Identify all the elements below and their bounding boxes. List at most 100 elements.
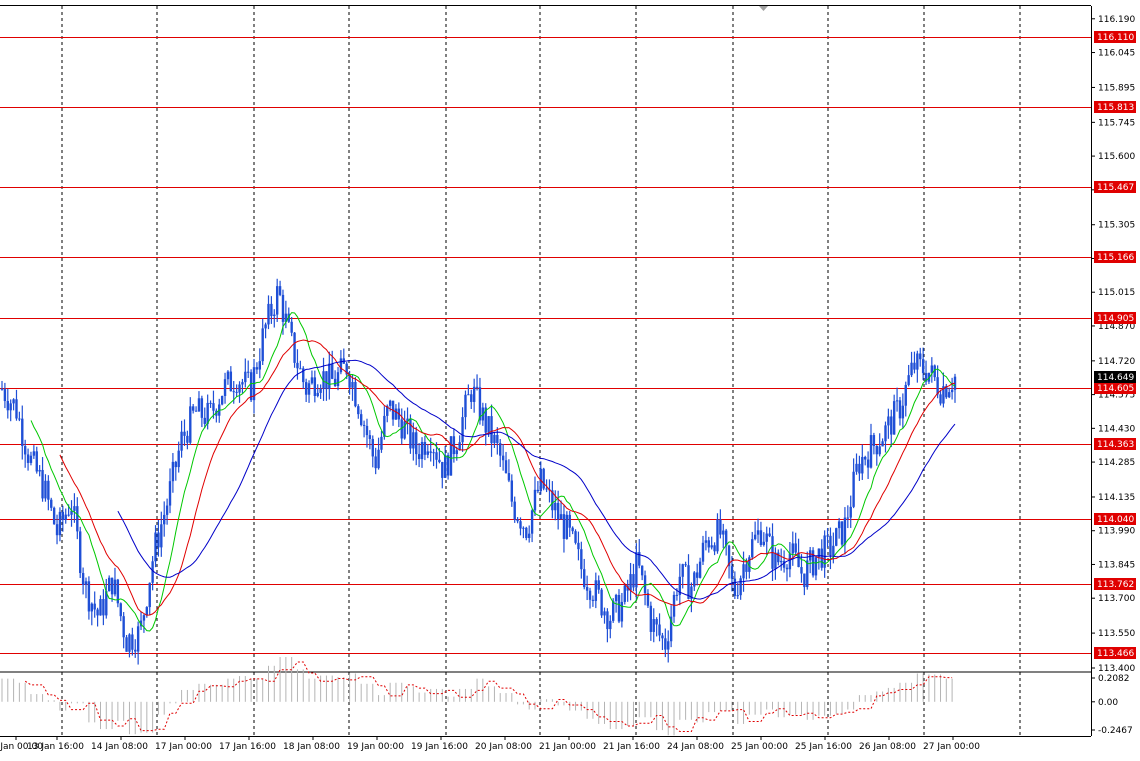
candle-body: [707, 540, 710, 548]
candle-body: [232, 391, 235, 393]
candle-body: [281, 294, 285, 322]
candle-body: [794, 543, 797, 553]
candle-body: [913, 362, 916, 370]
candle-body: [745, 564, 748, 572]
time-tick-label: 27 Jan 00:00: [923, 742, 980, 752]
time-tick-label: 17 Jan 00:00: [155, 742, 212, 752]
candle-body: [614, 594, 618, 602]
candle-body: [365, 425, 369, 436]
candle-body: [516, 519, 519, 522]
candle-body: [658, 624, 661, 636]
candle-body: [238, 384, 241, 393]
candle-body: [722, 530, 725, 535]
candle-body: [316, 392, 319, 396]
candle-body: [3, 389, 7, 402]
candle-body: [664, 638, 667, 650]
candle-body: [525, 527, 528, 538]
candle-body: [878, 446, 881, 455]
candle-body: [125, 637, 128, 652]
candle-body: [780, 560, 783, 563]
candle-body: [23, 446, 27, 455]
candle-body: [545, 488, 548, 490]
candle-body: [189, 406, 192, 443]
candle-body: [441, 462, 444, 478]
candle-body: [171, 461, 175, 482]
candle-body: [229, 371, 233, 392]
candle-body: [846, 517, 850, 519]
candle-body: [136, 626, 140, 652]
candle-body: [362, 424, 366, 426]
candle-body: [226, 371, 230, 380]
candle-body: [186, 435, 189, 443]
candle-body: [916, 353, 919, 370]
candle-body: [695, 572, 699, 578]
candle-body: [377, 449, 380, 469]
candle-body: [461, 417, 464, 443]
price-tick-label: 114.720: [1098, 357, 1135, 367]
candle-body: [47, 480, 50, 500]
candle-body: [183, 431, 186, 436]
time-tick-label: 25 Jan 00:00: [731, 742, 788, 752]
candle-body: [594, 580, 598, 601]
candle-body: [32, 451, 36, 456]
candle-body: [719, 519, 722, 535]
candle-body: [519, 521, 522, 529]
candle-body: [438, 459, 441, 463]
candle-body: [910, 362, 913, 376]
candle-body: [426, 451, 430, 455]
candle-body: [542, 468, 545, 489]
candle-body: [600, 589, 603, 616]
candle-body: [568, 514, 571, 528]
price-chart[interactable]: 116.190 116.045 115.895 115.745 115.600 115.4…: [0, 0, 1140, 757]
candle-body: [432, 452, 435, 454]
candle-body: [716, 519, 719, 552]
candle-body: [704, 540, 708, 543]
oscillator-tick-label: 0.2082: [1098, 674, 1130, 684]
candle-body: [99, 599, 102, 616]
candle-body: [640, 565, 644, 576]
candle-body: [177, 450, 180, 468]
candle-body: [507, 473, 511, 481]
candle-body: [681, 564, 684, 577]
candle-body: [948, 392, 951, 398]
candle-body: [151, 561, 154, 583]
candle-body: [472, 386, 476, 402]
candle-body: [574, 531, 577, 543]
candle-body: [907, 375, 910, 385]
price-tick-label: 115.305: [1098, 221, 1135, 231]
candle-body: [603, 611, 606, 616]
candle-body: [15, 399, 18, 419]
candle-body: [52, 507, 56, 525]
candle-body: [629, 574, 632, 591]
candle-body: [591, 599, 595, 601]
candle-body: [264, 324, 267, 329]
candle-body: [849, 506, 852, 518]
candle-body: [797, 552, 800, 568]
candle-body: [357, 406, 360, 415]
chart-window[interactable]: 116.190 116.045 115.895 115.745 115.600 115.4…: [0, 0, 1140, 757]
candle-body: [29, 455, 33, 463]
candle-body: [530, 510, 534, 534]
candle-body: [930, 365, 934, 373]
candle-body: [307, 383, 311, 395]
candle-body: [18, 418, 21, 420]
candle-body: [652, 619, 655, 632]
candle-body: [864, 456, 867, 460]
candle-body: [791, 543, 794, 554]
candle-body: [632, 574, 635, 588]
candle-body: [0, 388, 4, 390]
candle-body: [131, 634, 134, 650]
candle-body: [580, 549, 583, 570]
candle-body: [6, 401, 9, 411]
candle-body: [359, 414, 363, 425]
candle-body: [606, 611, 609, 630]
candle-body: [835, 528, 838, 546]
candle-body: [806, 560, 809, 588]
candle-body: [869, 435, 873, 468]
candle-body: [562, 514, 566, 539]
candle-body: [554, 502, 557, 511]
candle-body: [223, 379, 227, 396]
candle-body: [128, 634, 131, 652]
candle-body: [765, 533, 768, 542]
candle-body: [577, 542, 580, 550]
